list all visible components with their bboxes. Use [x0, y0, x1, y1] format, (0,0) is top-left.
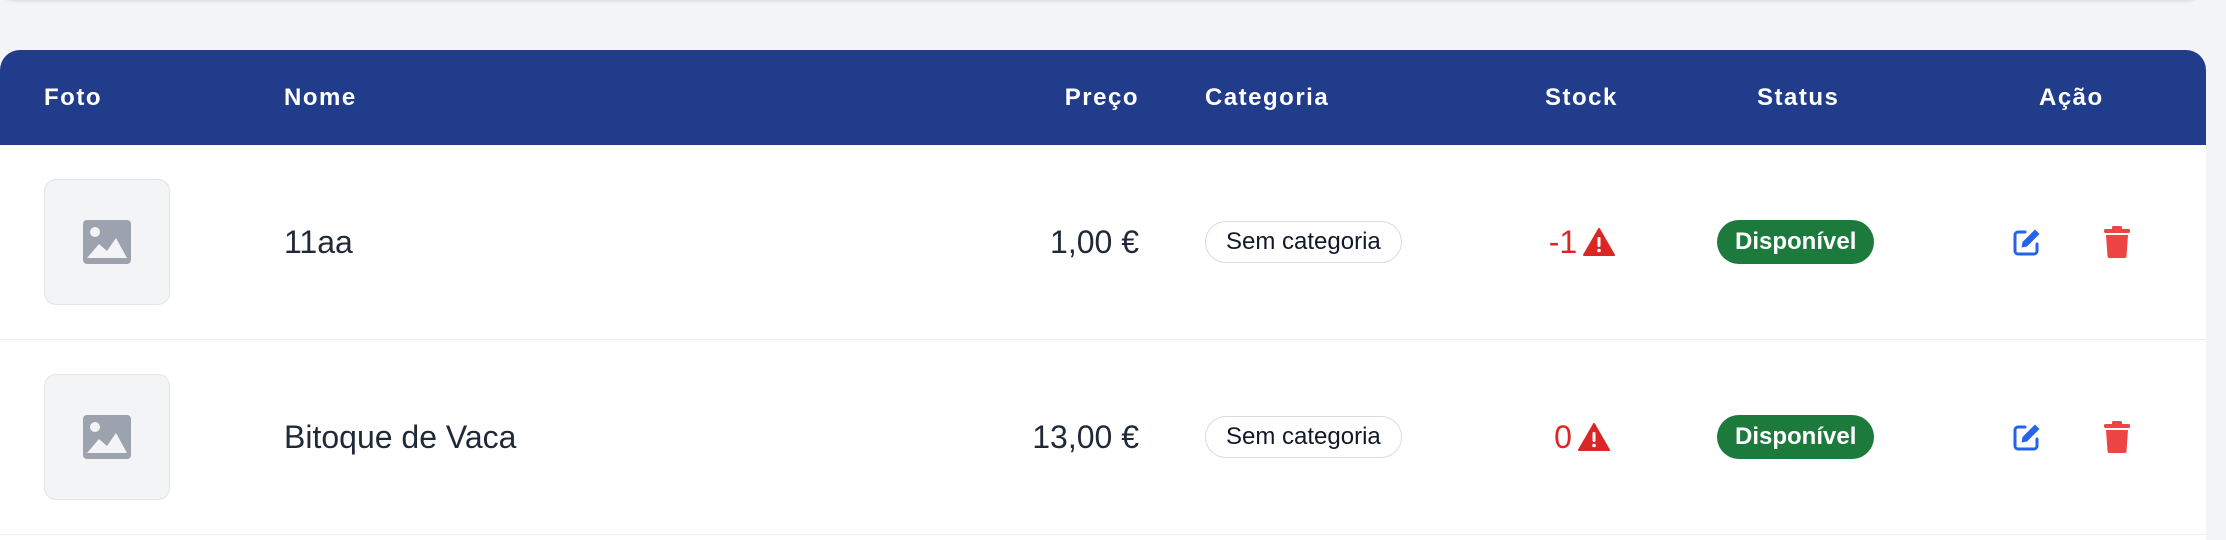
category-badge: Sem categoria — [1205, 221, 1402, 263]
status-badge: Disponível — [1717, 220, 1875, 264]
category-badge: Sem categoria — [1205, 416, 1402, 458]
product-photo — [44, 374, 170, 500]
table-header: Foto Nome Preço Categoria Stock Status A… — [0, 50, 2206, 145]
status-badge: Disponível — [1717, 415, 1875, 459]
table-row: Bitoque de Vaca 13,00 € Sem categoria 0 … — [0, 340, 2206, 535]
stock-cell: -1 — [1522, 145, 1642, 339]
edit-icon[interactable] — [2012, 422, 2042, 452]
header-category: Categoria — [1205, 84, 1330, 111]
trash-icon[interactable] — [2103, 421, 2131, 453]
header-action: Ação — [2039, 84, 2104, 111]
product-price: 13,00 € — [1032, 419, 1139, 455]
table-row: 11aa 1,00 € Sem categoria -1 Disponível — [0, 145, 2206, 340]
warning-triangle-icon — [1577, 423, 1610, 451]
stock-value: -1 — [1548, 223, 1578, 260]
stock-cell: 0 — [1522, 340, 1642, 534]
products-table: Foto Nome Preço Categoria Stock Status A… — [0, 50, 2206, 540]
warning-triangle-icon — [1583, 228, 1616, 256]
product-price: 1,00 € — [1050, 224, 1139, 260]
product-name: Bitoque de Vaca — [284, 419, 517, 455]
header-price: Preço — [1064, 84, 1139, 111]
image-icon — [83, 220, 131, 264]
trash-icon[interactable] — [2103, 226, 2131, 258]
header-status: Status — [1757, 84, 1840, 111]
edit-icon[interactable] — [2012, 227, 2042, 257]
header-name: Nome — [284, 84, 357, 111]
stock-value: 0 — [1554, 418, 1572, 455]
product-photo — [44, 179, 170, 305]
header-photo: Foto — [44, 84, 102, 111]
product-name: 11aa — [284, 224, 353, 260]
image-icon — [83, 415, 131, 459]
header-stock: Stock — [1545, 84, 1618, 111]
